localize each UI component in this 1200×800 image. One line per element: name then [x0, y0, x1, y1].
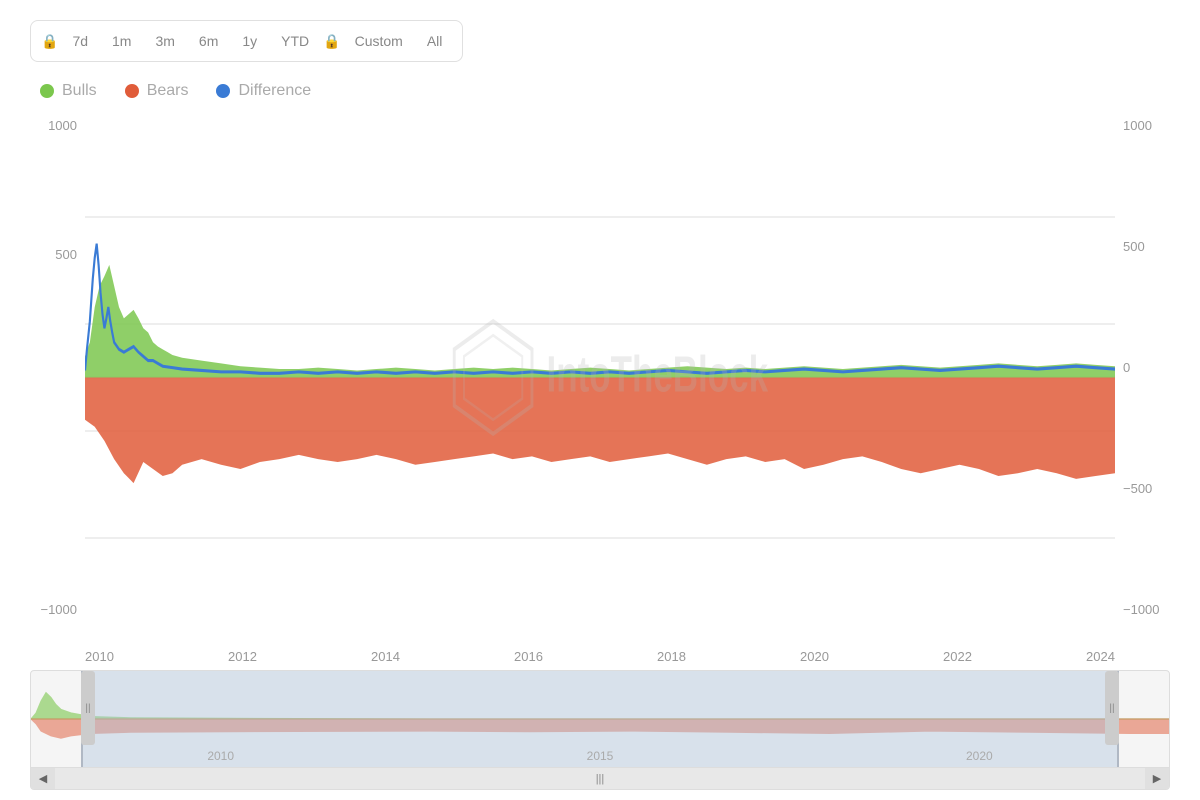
scroll-left-arrow[interactable]: ◀ — [31, 768, 55, 790]
bulls-label: Bulls — [62, 82, 97, 100]
y-right-neg500: −500 — [1123, 481, 1170, 496]
y-right-0: 0 — [1123, 360, 1170, 375]
main-container: 🔒 7d 1m 3m 6m 1y YTD 🔒 Custom All Bulls … — [0, 0, 1200, 800]
bears-dot — [125, 84, 139, 98]
filter-ytd[interactable]: YTD — [271, 29, 319, 53]
diff-dot — [216, 84, 230, 98]
diff-label: Difference — [238, 82, 311, 100]
y-left-1000: 1000 — [30, 118, 77, 133]
nav-x-2015: 2015 — [587, 749, 614, 763]
chart-legend: Bulls Bears Difference — [30, 82, 1170, 100]
x-label-2016: 2016 — [514, 649, 543, 664]
y-right-1000: 1000 — [1123, 118, 1170, 133]
x-label-2014: 2014 — [371, 649, 400, 664]
y-left-500: 500 — [30, 247, 77, 262]
lock-icon-left: 🔒 — [41, 33, 58, 50]
svg-text:IntoTheBlock: IntoTheBlock — [547, 347, 769, 403]
legend-bulls[interactable]: Bulls — [40, 82, 97, 100]
bulls-dot — [40, 84, 54, 98]
navigator: || || 2010 2015 2020 ◀ ||| ▶ — [30, 670, 1170, 790]
x-label-2010: 2010 — [85, 649, 114, 664]
bears-label: Bears — [147, 82, 189, 100]
scroll-track[interactable]: ||| — [55, 768, 1145, 789]
navigator-right-handle[interactable]: || — [1105, 671, 1119, 745]
y-left-neg1000: −1000 — [30, 602, 77, 617]
chart-canvas: IntoTheBlock — [85, 110, 1115, 645]
y-axis-left: 1000 500 −1000 — [30, 110, 85, 645]
y-right-500: 500 — [1123, 239, 1170, 254]
legend-bears[interactable]: Bears — [125, 82, 189, 100]
scroll-right-arrow[interactable]: ▶ — [1145, 768, 1169, 790]
x-label-2020: 2020 — [800, 649, 829, 664]
navigator-inner: || || 2010 2015 2020 — [31, 671, 1169, 767]
navigator-left-handle[interactable]: || — [81, 671, 95, 745]
filter-1m[interactable]: 1m — [102, 29, 141, 53]
x-axis: 2010 2012 2014 2016 2018 2020 2022 2024 — [85, 645, 1115, 664]
navigator-scrollbar: ◀ ||| ▶ — [31, 767, 1169, 789]
main-chart-area: 1000 500 −1000 — [30, 110, 1170, 645]
lock-icon-right: 🔒 — [323, 33, 340, 50]
filter-3m[interactable]: 3m — [145, 29, 184, 53]
legend-difference[interactable]: Difference — [216, 82, 311, 100]
x-label-2022: 2022 — [943, 649, 972, 664]
y-right-neg1000: −1000 — [1123, 602, 1170, 617]
nav-x-2010: 2010 — [207, 749, 234, 763]
filter-6m[interactable]: 6m — [189, 29, 228, 53]
filter-all[interactable]: All — [417, 29, 453, 53]
chart-wrapper: 1000 500 −1000 — [30, 110, 1170, 790]
filter-1y[interactable]: 1y — [232, 29, 267, 53]
filter-7d[interactable]: 7d — [62, 29, 98, 53]
y-axis-right: 1000 500 0 −500 −1000 — [1115, 110, 1170, 645]
x-label-2024: 2024 — [1086, 649, 1115, 664]
x-label-2012: 2012 — [228, 649, 257, 664]
x-label-2018: 2018 — [657, 649, 686, 664]
time-filter-bar: 🔒 7d 1m 3m 6m 1y YTD 🔒 Custom All — [30, 20, 463, 62]
nav-x-2020: 2020 — [966, 749, 993, 763]
navigator-x-labels: 2010 2015 2020 — [31, 749, 1169, 763]
filter-custom[interactable]: Custom — [345, 29, 413, 53]
chart-svg: IntoTheBlock — [85, 110, 1115, 645]
scroll-thumb: ||| — [596, 773, 605, 785]
